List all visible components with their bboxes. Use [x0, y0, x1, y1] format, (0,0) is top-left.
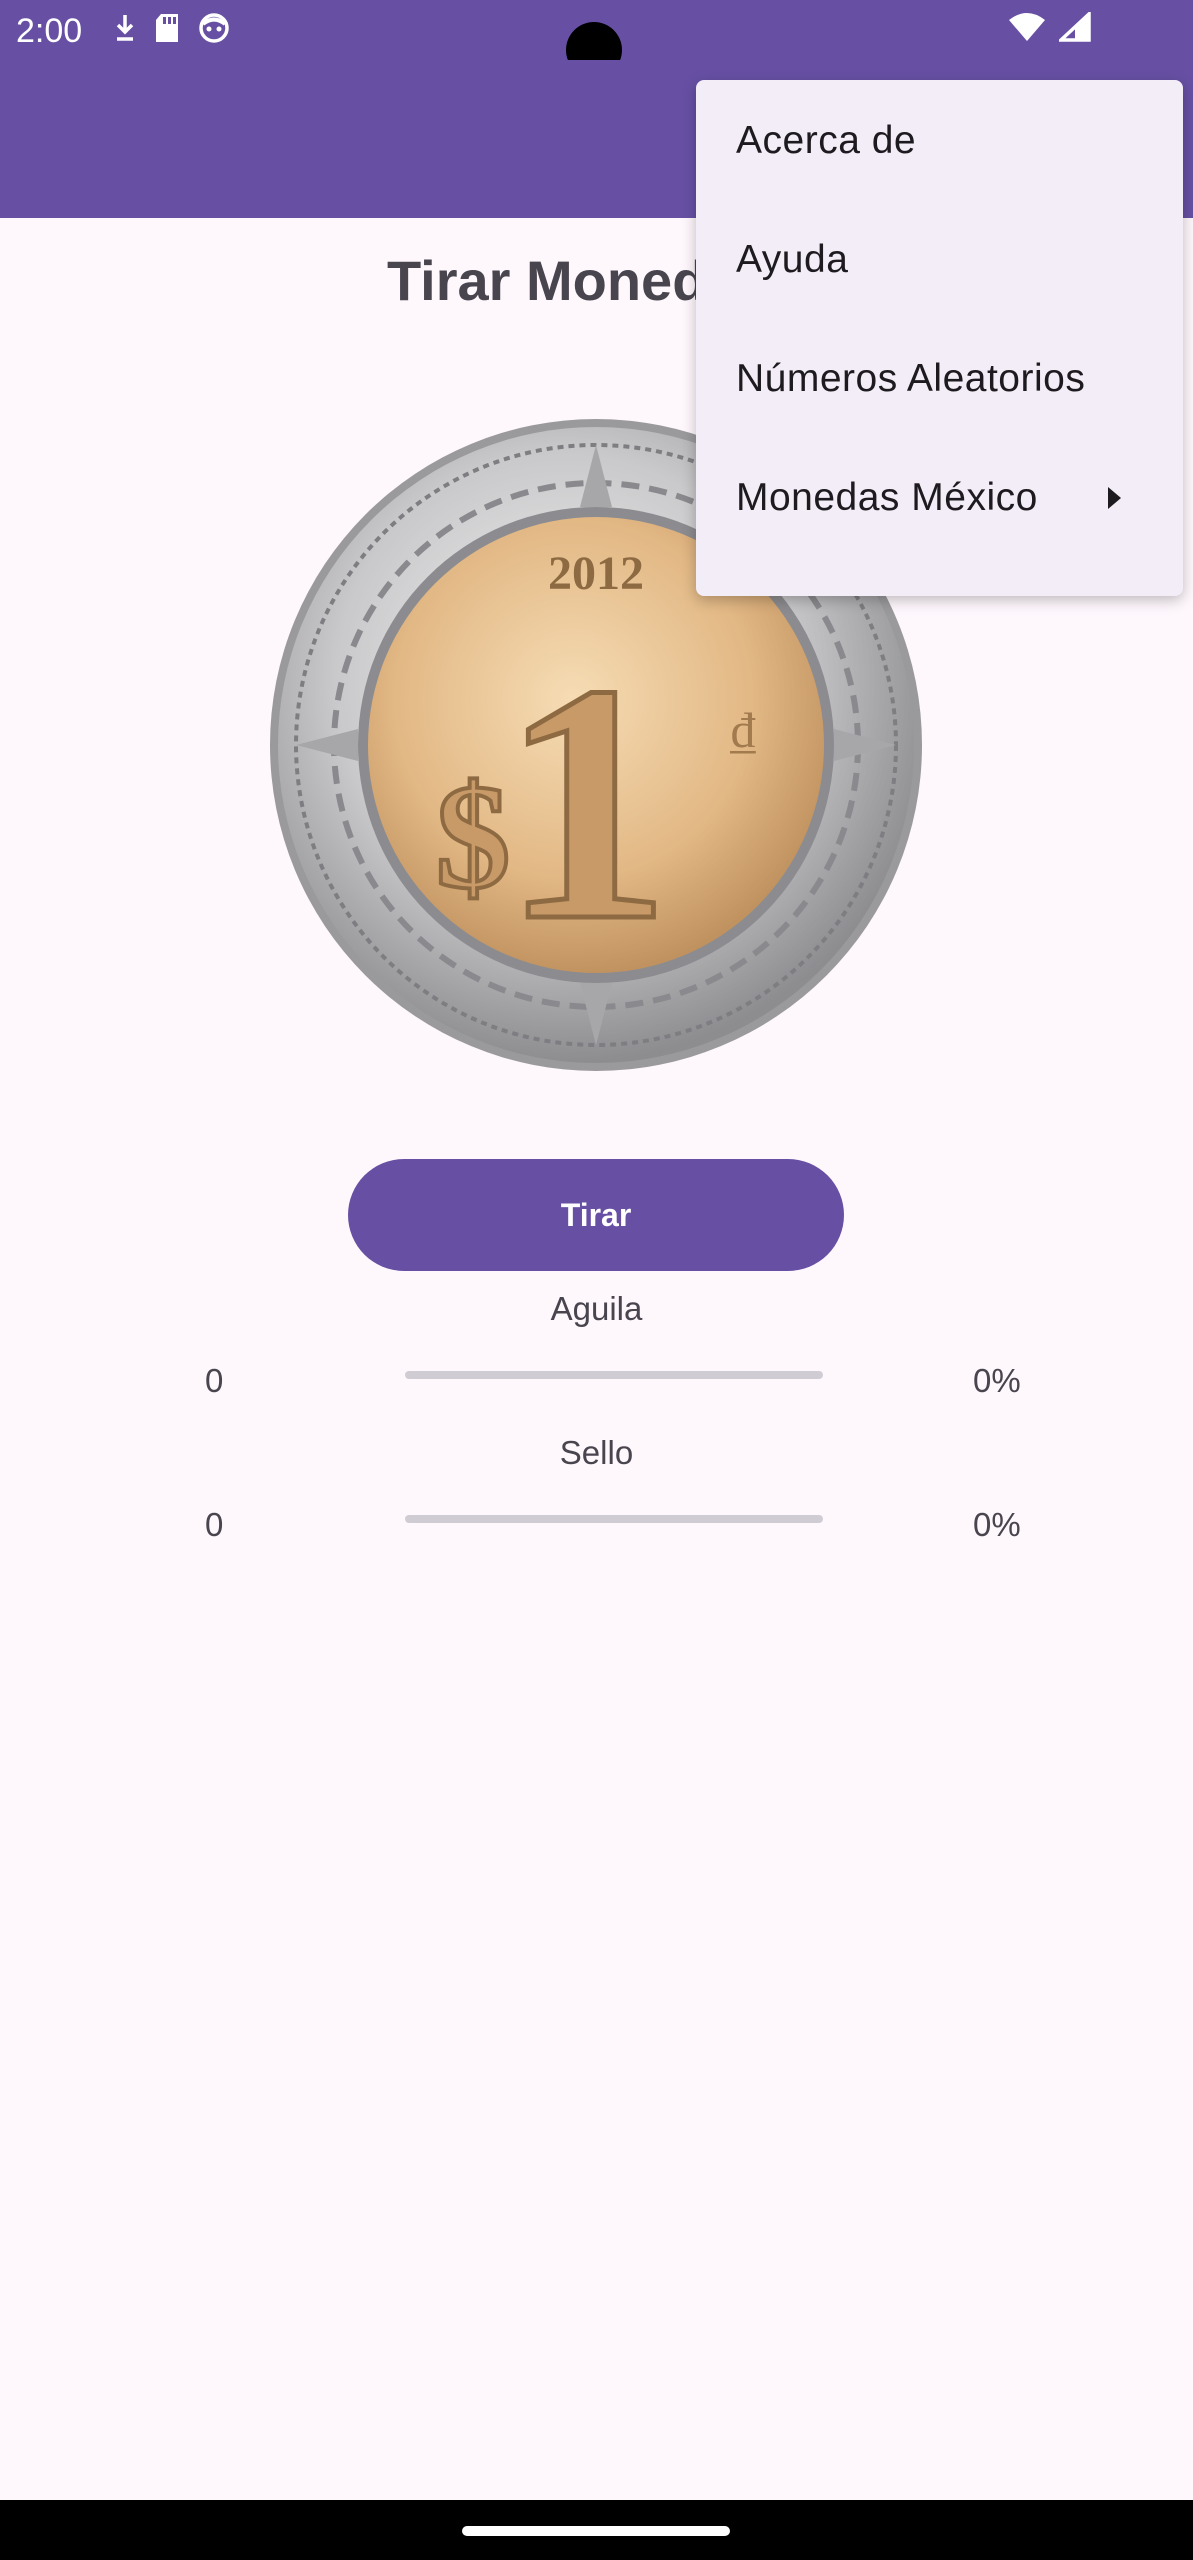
aguila-progress-bar — [405, 1371, 823, 1379]
overflow-menu: Acerca de Ayuda Números Aleatorios Moned… — [696, 80, 1183, 596]
sello-percent: 0% — [973, 1506, 1021, 1543]
menu-item-label: Ayuda — [736, 237, 849, 281]
menu-item-monedas-mexico[interactable]: Monedas México — [696, 438, 1183, 557]
download-icon — [114, 13, 136, 48]
coin-currency-symbol: $ — [436, 754, 511, 920]
home-gesture-handle[interactable] — [462, 2526, 730, 2536]
menu-item-label: Acerca de — [736, 118, 917, 162]
wifi-icon — [1009, 12, 1045, 47]
aguila-label: Aguila — [550, 1290, 643, 1327]
aguila-percent: 0% — [973, 1362, 1021, 1399]
menu-item-label: Monedas México — [736, 475, 1038, 519]
sello-label: Sello — [559, 1434, 634, 1471]
svg-text:₫: ₫ — [729, 702, 756, 758]
coin-year: 2012 — [548, 547, 644, 600]
menu-item-ayuda[interactable]: Ayuda — [696, 200, 1183, 319]
submenu-arrow-icon — [1108, 486, 1121, 509]
face-icon — [198, 12, 230, 49]
signal-icon — [1056, 9, 1091, 47]
tirar-button[interactable]: Tirar — [348, 1159, 844, 1271]
status-icons-right — [1009, 9, 1091, 47]
sello-progress-bar — [405, 1515, 823, 1523]
sello-count: 0 — [205, 1506, 224, 1543]
menu-item-label: Números Aleatorios — [736, 356, 1086, 400]
status-bar: 2:00 — [0, 0, 1193, 78]
sd-card-icon — [154, 13, 180, 48]
menu-item-acerca-de[interactable]: Acerca de — [696, 81, 1183, 200]
status-icons-left — [114, 12, 230, 49]
menu-item-numeros-aleatorios[interactable]: Números Aleatorios — [696, 319, 1183, 438]
status-time: 2:00 — [16, 12, 83, 50]
coin-denomination: 1 — [501, 614, 671, 991]
aguila-count: 0 — [205, 1362, 224, 1399]
